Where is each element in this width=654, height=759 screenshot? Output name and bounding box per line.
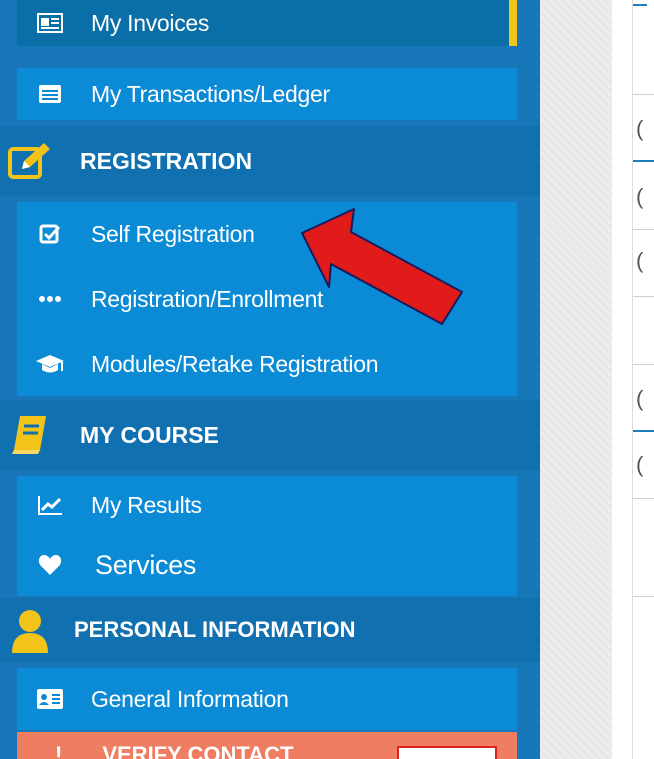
id-card-icon bbox=[33, 686, 67, 712]
dots-icon bbox=[33, 286, 67, 312]
sidebar-item-my-invoices[interactable]: My Invoices bbox=[17, 0, 517, 46]
line-chart-icon bbox=[33, 492, 67, 518]
sidebar-gutter bbox=[540, 0, 612, 759]
table-divider bbox=[633, 498, 654, 499]
sidebar-item-label: Services bbox=[95, 549, 197, 580]
sidebar-item-label: My Invoices bbox=[91, 9, 210, 36]
section-label: MY COURSE bbox=[80, 421, 219, 448]
heart-icon bbox=[33, 552, 67, 578]
main-content-clipped: ( ( ( ( ( bbox=[612, 0, 654, 759]
table-divider bbox=[633, 364, 654, 365]
table-header-rule bbox=[633, 160, 654, 162]
section-label: REGISTRATION bbox=[80, 147, 253, 174]
sidebar-item-label: My Transactions/Ledger bbox=[91, 80, 330, 107]
panel-header-rule bbox=[633, 4, 647, 6]
annotation-arrow-icon bbox=[301, 208, 463, 325]
table-header-rule bbox=[633, 430, 654, 432]
section-personal-information[interactable]: PERSONAL INFORMATION bbox=[0, 598, 540, 662]
alert-icon: ! bbox=[55, 742, 63, 759]
section-my-course[interactable]: MY COURSE bbox=[0, 400, 540, 470]
ledger-icon bbox=[33, 81, 67, 107]
content-fragment: ( bbox=[636, 248, 644, 273]
section-label: PERSONAL INFORMATION bbox=[74, 617, 356, 642]
sidebar-item-general-information[interactable]: General Information bbox=[17, 668, 517, 730]
table-divider bbox=[633, 296, 654, 297]
verify-contact-banner[interactable]: ! VERIFY CONTACT bbox=[17, 732, 517, 759]
graduation-cap-icon bbox=[33, 351, 67, 377]
sidebar-item-my-transactions[interactable]: My Transactions/Ledger bbox=[17, 68, 517, 120]
sidebar-item-label: Modules/Retake Registration bbox=[91, 350, 379, 377]
sidebar-item-label: Registration/Enrollment bbox=[91, 285, 324, 312]
active-indicator bbox=[509, 0, 517, 46]
checkbox-icon bbox=[33, 221, 67, 247]
sidebar-item-label: Self Registration bbox=[91, 220, 255, 247]
invoice-icon bbox=[33, 10, 67, 36]
person-icon bbox=[0, 608, 60, 653]
sidebar-item-label: My Results bbox=[91, 491, 202, 518]
content-fragment: ( bbox=[636, 116, 644, 141]
content-fragment: ( bbox=[636, 452, 644, 477]
table-divider bbox=[633, 94, 654, 95]
panel-border bbox=[632, 0, 633, 759]
verify-contact-label: VERIFY CONTACT bbox=[102, 742, 294, 759]
verify-button[interactable] bbox=[397, 746, 497, 759]
section-registration[interactable]: REGISTRATION bbox=[0, 126, 540, 196]
content-fragment: ( bbox=[636, 386, 644, 411]
content-fragment: ( bbox=[636, 184, 644, 209]
table-divider bbox=[633, 596, 654, 597]
sidebar-item-services[interactable]: Services bbox=[17, 534, 517, 596]
pencil-edit-icon bbox=[0, 139, 60, 183]
sidebar-nav: My Invoices My Transactions/Ledger REGIS… bbox=[0, 0, 540, 759]
sidebar-item-my-results[interactable]: My Results bbox=[17, 476, 517, 534]
table-divider bbox=[633, 229, 654, 230]
sidebar-item-label: General Information bbox=[91, 685, 289, 712]
book-icon bbox=[0, 413, 60, 457]
